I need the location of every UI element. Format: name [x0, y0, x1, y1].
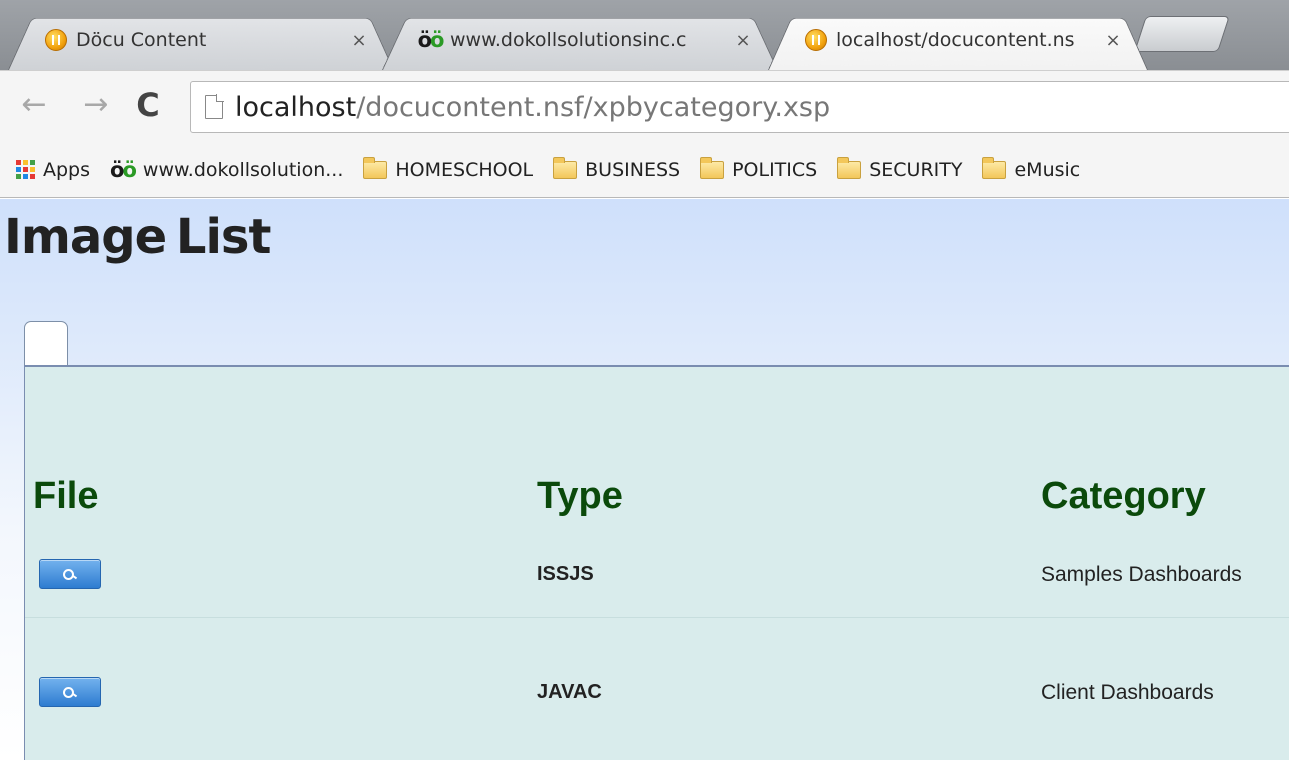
back-arrow-icon[interactable]: ←	[14, 85, 54, 125]
column-header-file: File	[33, 475, 99, 517]
tab-title: www.dokollsolutionsinc.c	[450, 29, 687, 51]
page-content: Image List File Type Category ISSJS Samp…	[0, 199, 1289, 760]
orange-globe-icon	[804, 28, 828, 52]
folder-icon	[700, 156, 725, 179]
browser-tab-docu-content[interactable]: Döcu Content ×	[8, 10, 394, 70]
close-icon[interactable]: ×	[1102, 30, 1124, 51]
bookmark-folder-business[interactable]: BUSINESS	[553, 156, 681, 181]
address-bar[interactable]: localhost/docucontent.nsf/xpbycategory.x…	[190, 81, 1289, 133]
reload-icon[interactable]: C	[128, 85, 168, 125]
browser-toolbar: ← → C localhost/docucontent.nsf/xpbycate…	[0, 70, 1289, 142]
orange-globe-icon	[44, 28, 68, 52]
tab-title: Döcu Content	[76, 29, 207, 51]
magnifier-icon	[63, 687, 77, 698]
oo-logo-icon: öö	[110, 157, 137, 182]
row-category: Samples Dashboards	[1041, 563, 1242, 586]
browser-tab-localhost[interactable]: localhost/docucontent.ns ×	[768, 10, 1148, 70]
image-list-panel: File Type Category ISSJS Samples Dashboa…	[24, 365, 1289, 760]
bookmark-label: www.dokollsolution...	[142, 158, 344, 181]
apps-grid-icon	[16, 160, 35, 179]
close-icon[interactable]: ×	[348, 30, 370, 51]
url-host: localhost	[235, 91, 357, 123]
bookmark-label: BUSINESS	[585, 158, 681, 181]
row-divider	[25, 617, 1289, 618]
view-file-button[interactable]	[39, 559, 101, 589]
bookmark-label: HOMESCHOOL	[395, 158, 534, 181]
bookmark-folder-homeschool[interactable]: HOMESCHOOL	[363, 156, 534, 181]
new-tab-button[interactable]	[1134, 16, 1230, 52]
bookmark-apps[interactable]: Apps	[16, 159, 90, 181]
tab-strip: Döcu Content × öö www.dokollsolutionsinc…	[0, 0, 1289, 70]
row-category: Client Dashboards	[1041, 681, 1214, 704]
bookmarks-bar: Apps öö www.dokollsolution... HOMESCHOOL…	[0, 142, 1289, 198]
tab-title: localhost/docucontent.ns	[836, 29, 1075, 51]
bookmark-label: POLITICS	[732, 158, 818, 181]
folder-icon	[363, 156, 388, 179]
folder-icon	[553, 156, 578, 179]
bookmark-dokoll[interactable]: öö www.dokollsolution...	[110, 158, 343, 182]
folder-icon	[982, 156, 1007, 179]
row-type: ISSJS	[537, 563, 594, 585]
url-path: /docucontent.nsf/xpbycategory.xsp	[356, 91, 831, 123]
magnifier-icon	[63, 569, 77, 580]
bookmark-folder-emusic[interactable]: eMusic	[982, 156, 1081, 181]
bookmark-label: SECURITY	[869, 158, 963, 181]
bookmark-folder-politics[interactable]: POLITICS	[700, 156, 818, 181]
close-icon[interactable]: ×	[732, 30, 754, 51]
bookmark-label: eMusic	[1014, 158, 1081, 181]
forward-arrow-icon[interactable]: →	[76, 85, 116, 125]
row-type: JAVAC	[537, 681, 602, 703]
url-text[interactable]: localhost/docucontent.nsf/xpbycategory.x…	[235, 92, 830, 123]
bookmark-label: Apps	[43, 158, 91, 181]
page-icon	[205, 94, 224, 119]
page-title: Image List	[4, 209, 271, 265]
view-file-button[interactable]	[39, 677, 101, 707]
oo-logo-icon: öö	[417, 28, 445, 52]
column-header-category: Category	[1041, 475, 1206, 517]
folder-icon	[837, 156, 862, 179]
content-tab[interactable]	[24, 321, 68, 367]
column-header-type: Type	[537, 475, 623, 517]
browser-tab-dokoll[interactable]: öö www.dokollsolutionsinc.c ×	[382, 10, 778, 70]
bookmark-folder-security[interactable]: SECURITY	[837, 156, 963, 181]
